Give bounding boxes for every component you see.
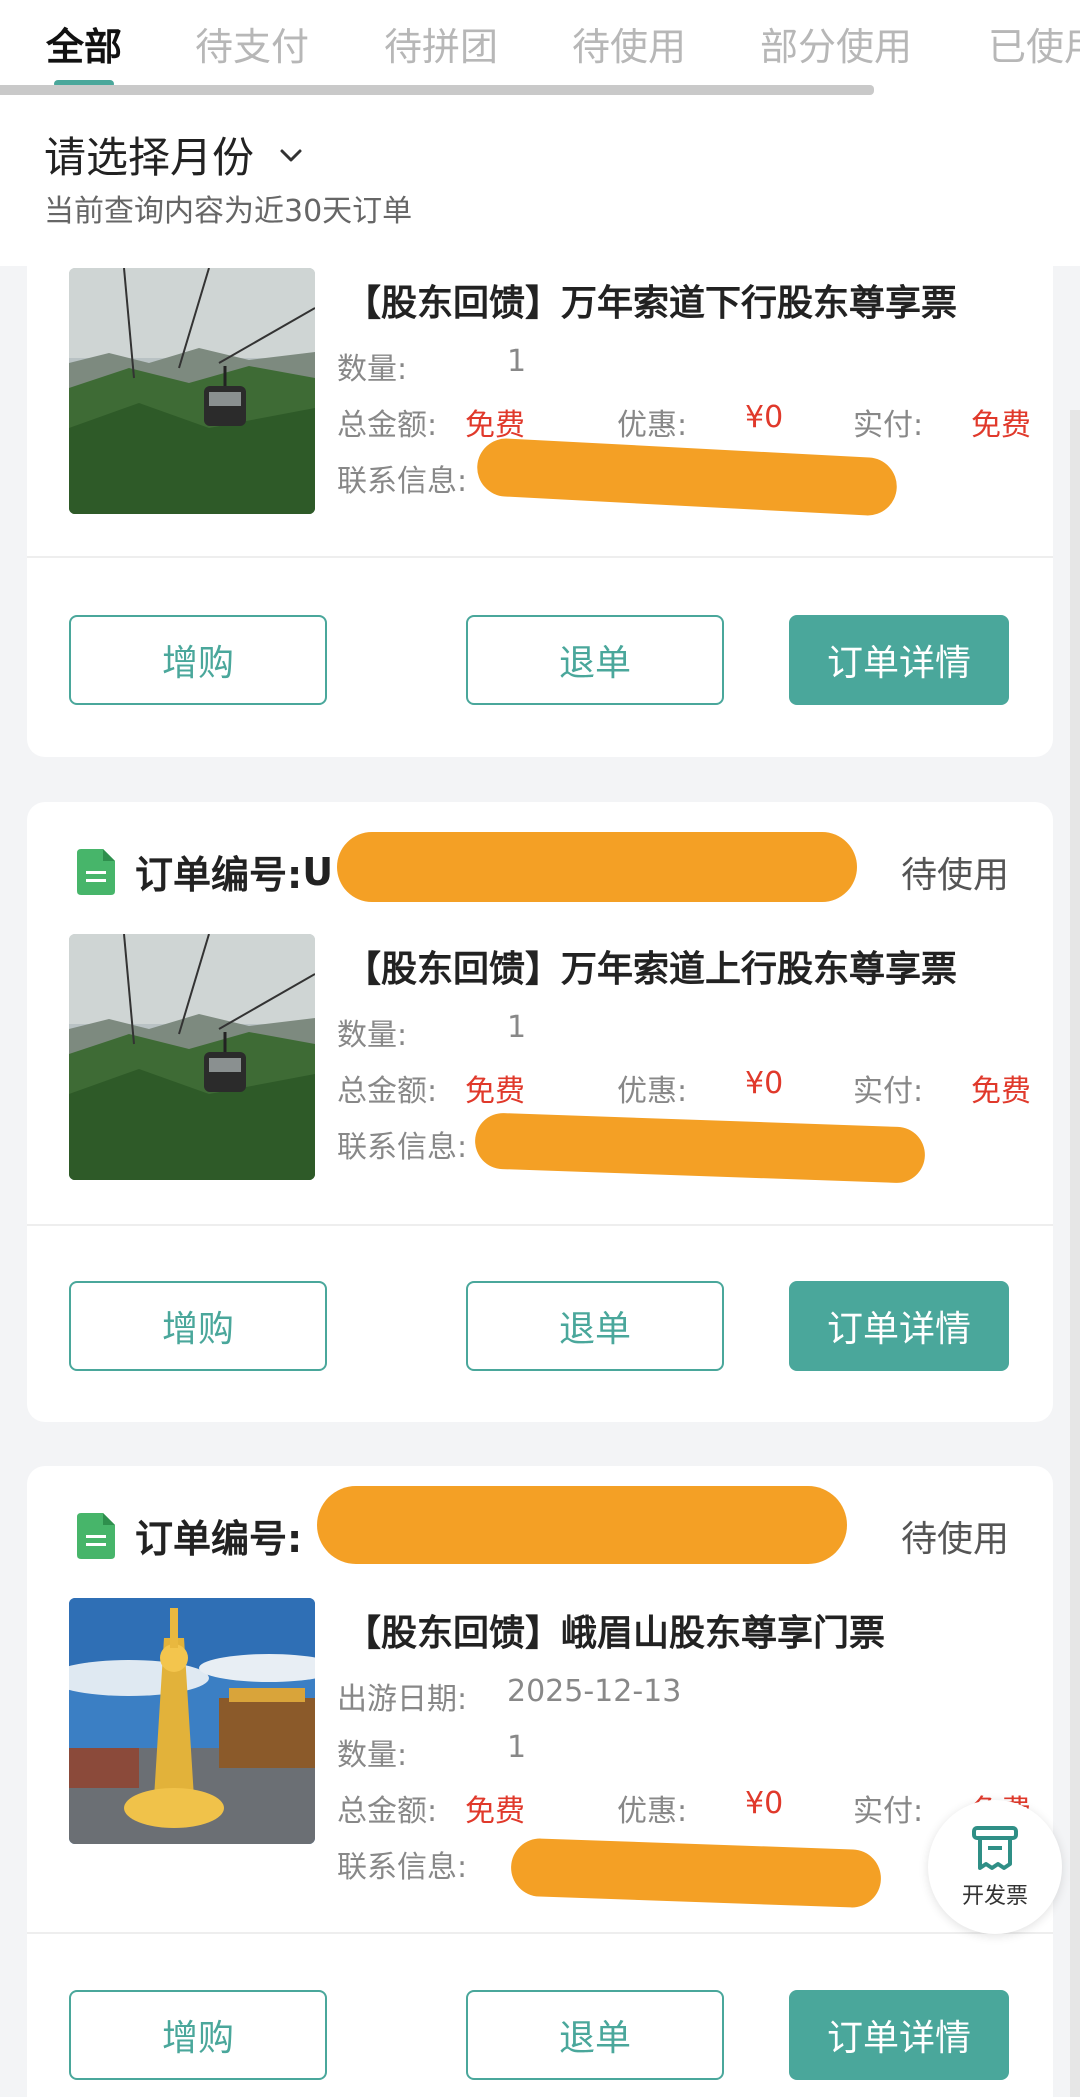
- contact-row: 联系信息:: [337, 456, 467, 500]
- discount-label: 优惠:: [617, 1794, 688, 1829]
- chevron-down-icon: [280, 149, 302, 161]
- order-number-label: 订单编号:: [135, 853, 303, 897]
- date-value: 2025-12-13: [507, 1674, 682, 1709]
- order-number: 订单编号: U: [77, 844, 333, 899]
- document-icon: [77, 1512, 115, 1559]
- quantity-row: 数量: 1: [337, 344, 526, 388]
- paid-label: 实付:: [853, 1794, 924, 1829]
- golden-summit-thumbnail[interactable]: [69, 1598, 315, 1844]
- divider: [27, 1224, 1053, 1226]
- quantity-value: 1: [507, 1010, 527, 1045]
- contact-label: 联系信息:: [337, 464, 468, 499]
- order-number-value: U: [302, 849, 334, 894]
- quantity-label: 数量:: [337, 1018, 408, 1053]
- tab-pending-use[interactable]: 待使用: [572, 16, 686, 71]
- order-number-label: 订单编号:: [135, 1517, 303, 1561]
- total-label: 总金额:: [337, 1074, 438, 1109]
- order-status: 待使用: [900, 1519, 1009, 1560]
- invoice-label: 开发票: [961, 1884, 1028, 1909]
- quantity-label: 数量:: [337, 1738, 408, 1773]
- invoice-icon: [972, 1826, 1018, 1870]
- divider: [27, 1932, 1053, 1934]
- discount-label: 优惠:: [617, 408, 688, 443]
- tab-pending-group[interactable]: 待拼团: [384, 16, 498, 71]
- add-purchase-button[interactable]: 增购: [69, 1281, 327, 1371]
- cable-car-thumbnail[interactable]: [69, 934, 315, 1180]
- paid-value: 免费: [971, 408, 1031, 443]
- contact-row: 联系信息:: [337, 1122, 467, 1166]
- order-detail-button[interactable]: 订单详情: [789, 615, 1009, 705]
- contact-row: 联系信息:: [337, 1842, 467, 1886]
- month-selector[interactable]: 请选择月份: [44, 124, 306, 185]
- tab-used[interactable]: 已使用: [988, 16, 1080, 71]
- order-status: 待使用: [900, 855, 1009, 896]
- refund-button[interactable]: 退单: [466, 1990, 724, 2080]
- total-value: 免费: [465, 408, 525, 443]
- order-card: 订单编号: 待使用 【股东回馈】峨眉山股东尊享门票 出游日期: 2025-12-…: [27, 1466, 1053, 2097]
- discount-value: ¥0: [745, 400, 784, 435]
- quantity-row: 数量: 1: [337, 1730, 526, 1774]
- total-label: 总金额:: [337, 408, 438, 443]
- date-row: 出游日期: 2025-12-13: [337, 1674, 681, 1718]
- order-detail-button[interactable]: 订单详情: [789, 1990, 1009, 2080]
- redaction-mark: [337, 832, 857, 902]
- contact-label: 联系信息:: [337, 1130, 468, 1165]
- discount-value: ¥0: [745, 1066, 784, 1101]
- add-purchase-button[interactable]: 增购: [69, 615, 327, 705]
- tab-all[interactable]: 全部: [46, 16, 122, 71]
- invoice-fab[interactable]: 开发票: [928, 1800, 1062, 1934]
- paid-label: 实付:: [853, 408, 924, 443]
- quantity-value: 1: [507, 1730, 527, 1765]
- total-value: 免费: [465, 1074, 525, 1109]
- tab-pending-payment[interactable]: 待支付: [195, 16, 309, 71]
- order-number: 订单编号:: [77, 1508, 302, 1563]
- ticket-title: 【股东回馈】峨眉山股东尊享门票: [345, 1613, 886, 1654]
- ticket-title: 【股东回馈】万年索道上行股东尊享票: [345, 949, 958, 990]
- redaction-mark: [510, 1837, 882, 1909]
- total-value: 免费: [465, 1794, 525, 1829]
- date-label: 出游日期:: [337, 1682, 468, 1717]
- divider: [27, 556, 1053, 558]
- order-card: 订单编号: U 待使用 【股东回馈】万年索道上行股东尊享票 数量: 1 总金额:…: [27, 802, 1053, 1422]
- top-bar: 全部 待支付 待拼团 待使用 部分使用 已使用 请选择月份 当前查询内容为近30…: [0, 0, 1080, 266]
- month-selector-label: 请选择月份: [44, 133, 255, 182]
- query-range-note: 当前查询内容为近30天订单: [44, 194, 413, 229]
- paid-value: 免费: [971, 1074, 1031, 1109]
- tab-partially-used[interactable]: 部分使用: [760, 16, 912, 71]
- price-row: 总金额: 免费 优惠: ¥0 实付: 免费: [337, 400, 1037, 444]
- price-row: 总金额: 免费 优惠: ¥0 实付: 免费: [337, 1066, 1037, 1110]
- refund-button[interactable]: 退单: [466, 1281, 724, 1371]
- refund-button[interactable]: 退单: [466, 615, 724, 705]
- ticket-title: 【股东回馈】万年索道下行股东尊享票: [345, 283, 958, 324]
- total-label: 总金额:: [337, 1794, 438, 1829]
- contact-label: 联系信息:: [337, 1850, 468, 1885]
- cable-car-thumbnail[interactable]: [69, 268, 315, 514]
- quantity-value: 1: [507, 344, 527, 379]
- discount-label: 优惠:: [617, 1074, 688, 1109]
- quantity-label: 数量:: [337, 352, 408, 387]
- document-icon: [77, 848, 115, 895]
- paid-label: 实付:: [853, 1074, 924, 1109]
- scrollbar[interactable]: [1070, 410, 1080, 2097]
- quantity-row: 数量: 1: [337, 1010, 526, 1054]
- status-tabs: 全部 待支付 待拼团 待使用 部分使用 已使用: [0, 0, 1080, 86]
- redaction-mark: [317, 1486, 847, 1564]
- price-row: 总金额: 免费 优惠: ¥0 实付: 免费: [337, 1786, 1037, 1830]
- order-detail-button[interactable]: 订单详情: [789, 1281, 1009, 1371]
- redaction-mark: [475, 437, 899, 517]
- tab-scrollbar[interactable]: [0, 85, 874, 95]
- add-purchase-button[interactable]: 增购: [69, 1990, 327, 2080]
- redaction-mark: [474, 1112, 926, 1184]
- discount-value: ¥0: [745, 1786, 784, 1821]
